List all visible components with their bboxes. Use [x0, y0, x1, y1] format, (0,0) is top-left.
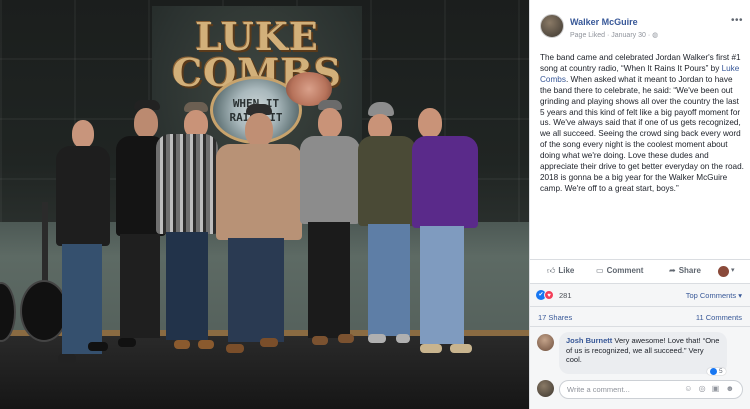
like-button[interactable]: 👍︎ Like	[547, 266, 574, 276]
shares-row: 17 Shares 11 Comments	[530, 306, 750, 326]
post-panel: Walker McGuire Page Liked · January 30 ·…	[529, 0, 750, 409]
comment-likes: 5	[719, 368, 723, 376]
person-4	[212, 104, 304, 354]
top-comments-dropdown[interactable]: Top Comments ▾	[686, 291, 742, 300]
post-photo[interactable]: LUKE COMBS WHEN IT RAINS IT	[0, 0, 529, 409]
write-comment-placeholder: Write a comment...	[567, 385, 630, 394]
page-name-link[interactable]: Walker McGuire	[570, 17, 638, 27]
person-7	[408, 104, 480, 360]
comment-author-link[interactable]: Josh Burnett	[566, 336, 612, 345]
love-reaction-icon[interactable]: ♥	[544, 290, 554, 300]
shares-link[interactable]: 17 Shares	[538, 313, 572, 322]
write-comment-input[interactable]: Write a comment... ☺ ◎ ▣ ☻	[559, 380, 743, 399]
post-text-part2: . When asked what it meant to Jordan to …	[540, 74, 744, 193]
globe-icon: ◍	[652, 32, 659, 39]
user-avatar	[537, 380, 554, 397]
compose-icons[interactable]: ☺ ◎ ▣ ☻	[684, 384, 736, 393]
post-meta-text: Page Liked · January 30 ·	[570, 32, 653, 39]
comments-link[interactable]: 11 Comments	[696, 313, 742, 322]
thumbs-up-icon: 👍︎	[547, 266, 556, 275]
commenter-avatar[interactable]	[537, 334, 554, 351]
person-1	[52, 116, 112, 376]
share-button[interactable]: ➦ Share	[669, 266, 701, 275]
chevron-down-icon[interactable]: ▾	[731, 266, 735, 274]
reaction-avatar[interactable]	[718, 266, 729, 277]
share-icon: ➦	[669, 266, 676, 275]
comment-button[interactable]: ▭ Comment	[596, 266, 643, 275]
post-header: Walker McGuire Page Liked · January 30 ·…	[540, 12, 745, 46]
page-avatar[interactable]	[540, 14, 564, 38]
comment-like-count[interactable]: 5	[707, 368, 726, 376]
reaction-count[interactable]: 281	[559, 291, 572, 300]
more-dots-icon[interactable]: •••	[731, 15, 743, 26]
comment-icon: ▭	[596, 266, 604, 275]
post-text-part1: The band came and celebrated Jordan Walk…	[540, 53, 741, 73]
reactions-row: ✔ ♥ 281 Top Comments ▾	[530, 283, 750, 306]
like-label: Like	[558, 266, 575, 275]
post-meta: Page Liked · January 30 · ◍	[570, 31, 658, 39]
person-5	[298, 100, 360, 355]
comment-bubble: Josh Burnett Very awesome! Love that! “O…	[559, 332, 727, 374]
person-3	[150, 102, 220, 352]
comment-area: Josh Burnett Very awesome! Love that! “O…	[530, 326, 750, 409]
share-label: Share	[678, 266, 701, 275]
like-mini-icon	[710, 368, 717, 375]
comment-label: Comment	[606, 266, 644, 275]
action-bar: 👍︎ Like ▭ Comment ➦ Share ▾	[530, 259, 750, 283]
post-text: The band came and celebrated Jordan Walk…	[540, 53, 744, 195]
